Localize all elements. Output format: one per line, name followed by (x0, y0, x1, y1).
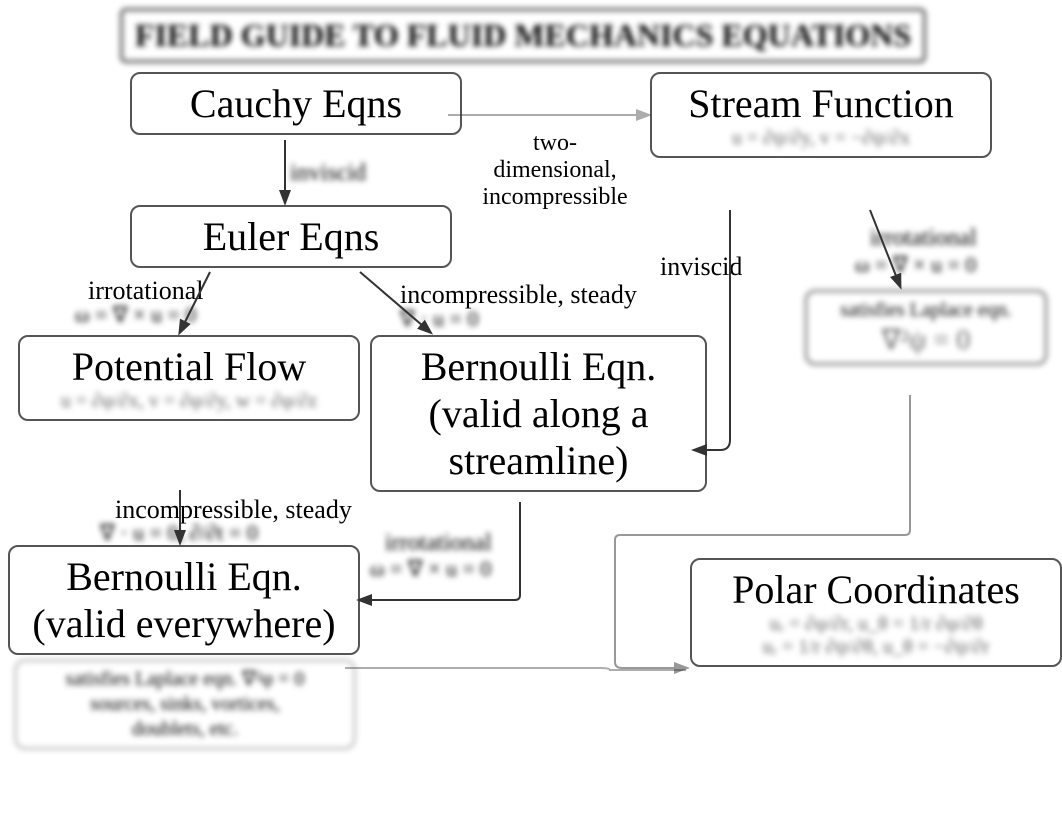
label-irrotational-right: irrotational (870, 225, 977, 252)
label-irrotational-mid: irrotational (385, 530, 492, 557)
laplace-eqn: ∇²ψ = 0 (821, 323, 1031, 357)
bev-sub2: sources, sinks, vortices, (30, 692, 340, 717)
potential-heading: Potential Flow (34, 343, 344, 390)
math-omega-zero-2: ω = ∇ × u = 0 (855, 252, 976, 278)
polar-heading: Polar Coordinates (706, 566, 1046, 613)
box-polar: Polar Coordinates uᵣ = ∂φ/∂r, u_θ = 1/r … (690, 558, 1062, 667)
polar-eqn2: uᵣ = 1/r ∂ψ/∂θ, u_θ = −∂ψ/∂r (706, 636, 1046, 659)
math-div-zero-1: ∇ · u = 0 (400, 306, 478, 332)
polar-eqn1: uᵣ = ∂φ/∂r, u_θ = 1/r ∂φ/∂θ (706, 613, 1046, 636)
bernoulli-sl-1: Bernoulli Eqn. (386, 343, 691, 390)
cauchy-heading: Cauchy Eqns (146, 80, 446, 127)
bernoulli-ev-1: Bernoulli Eqn. (24, 553, 344, 600)
laplace-heading: satisfies Laplace eqn. (821, 298, 1031, 323)
math-div-and-dt: ∇ · u = 0, ∂/∂t = 0 (100, 520, 258, 546)
bev-sub3: doublets, etc. (30, 717, 340, 742)
diagram-title: FIELD GUIDE TO FLUID MECHANICS EQUATIONS (120, 8, 926, 63)
label-two-d: two-dimensional, incompressible (475, 130, 635, 211)
label-inviscid-right: inviscid (660, 252, 742, 282)
stream-eqn: u = ∂ψ/∂y, v = −∂ψ/∂x (666, 127, 976, 150)
bernoulli-sl-3: streamline) (386, 437, 691, 484)
math-omega-zero-3: ω = ∇ × u = 0 (370, 556, 491, 582)
box-laplace: satisfies Laplace eqn. ∇²ψ = 0 (805, 290, 1047, 365)
label-inviscid-top: inviscid (290, 160, 366, 187)
bernoulli-ev-2: (valid everywhere) (24, 600, 344, 647)
box-bernoulli-everywhere: Bernoulli Eqn. (valid everywhere) (8, 545, 360, 655)
box-euler: Euler Eqns (130, 205, 452, 268)
euler-heading: Euler Eqns (146, 213, 436, 260)
potential-eqn: u = ∂φ/∂x, v = ∂φ/∂y, w = ∂φ/∂z (34, 390, 344, 413)
bernoulli-sl-2: (valid along a (386, 390, 691, 437)
box-bernoulli-everywhere-sub: satisfies Laplace eqn. ∇²φ = 0 sources, … (15, 660, 355, 749)
box-stream: Stream Function u = ∂ψ/∂y, v = −∂ψ/∂x (650, 72, 992, 158)
box-bernoulli-streamline: Bernoulli Eqn. (valid along a streamline… (370, 335, 707, 492)
bev-sub1: satisfies Laplace eqn. ∇²φ = 0 (30, 667, 340, 692)
box-potential: Potential Flow u = ∂φ/∂x, v = ∂φ/∂y, w =… (18, 335, 360, 421)
box-cauchy: Cauchy Eqns (130, 72, 462, 135)
stream-heading: Stream Function (666, 80, 976, 127)
math-omega-zero-1: ω = ∇ × u = 0 (75, 302, 196, 328)
